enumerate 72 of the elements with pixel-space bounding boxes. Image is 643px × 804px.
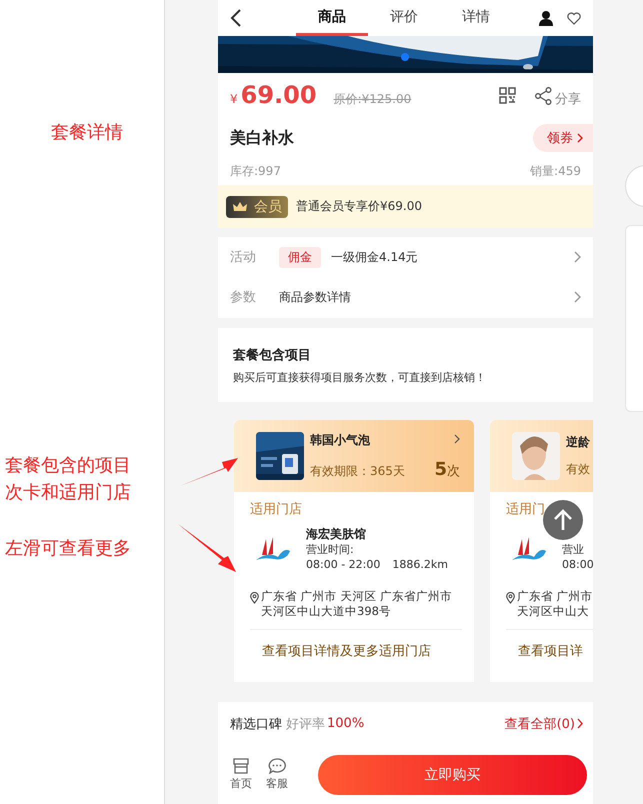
opening-hours: 08:00 - 22:00 <box>306 558 380 571</box>
store-name: 海宏美肤馆 <box>306 526 367 541</box>
annotation-text: 套餐包含的项目次卡和适用门店 <box>5 454 132 505</box>
coupon-label: 领券 <box>547 130 573 147</box>
attribute-value: 一级佣金4.14元 <box>331 248 419 266</box>
shop-icon <box>233 758 249 774</box>
annotation-text: 左滑可查看更多 <box>5 537 131 561</box>
rating-label: 好评率 <box>286 716 325 732</box>
section-title: 套餐包含项目 <box>233 347 312 364</box>
attribute-row[interactable]: 活动 佣金 一级佣金4.14元 <box>230 237 581 277</box>
project-name: 逆龄 <box>566 434 590 451</box>
stock-count: 库存:997 <box>230 163 281 180</box>
attribute-value: 商品参数详情 <box>279 288 352 306</box>
project-name: 韩国小气泡 <box>310 432 370 449</box>
product-name: 美白补水 <box>230 128 294 148</box>
session-count: 5 <box>434 459 447 480</box>
heart-icon[interactable] <box>567 12 581 24</box>
price: 69.00 <box>240 81 317 109</box>
buy-now-button[interactable]: 立即购买 <box>318 754 587 794</box>
view-all-link[interactable]: 查看全部(0) <box>504 714 575 732</box>
qr-code-icon[interactable] <box>499 87 516 104</box>
store-address-line: 天河区中山大 <box>517 604 590 619</box>
store-address-line: 广东省 广州市 天河区 广东省广州市 <box>261 589 452 604</box>
toolbar-item[interactable]: 首页 <box>230 758 252 791</box>
currency-symbol: ¥ <box>230 92 238 106</box>
share-link[interactable]: 分享 <box>555 90 581 108</box>
location-pin-icon <box>250 592 259 604</box>
member-price: 普通会员专享价¥69.00 <box>296 198 422 215</box>
validity-text: 有效 <box>566 461 590 478</box>
back-icon[interactable] <box>230 8 242 28</box>
project-details-link[interactable]: 查看项目详 <box>506 629 593 660</box>
project-details-link[interactable]: 查看项目详情及更多适用门店 <box>250 629 462 660</box>
stores-label: 适用门 <box>506 501 546 518</box>
validity-text: 有效期限：365天 <box>310 463 405 480</box>
sales-count: 销量:459 <box>530 163 581 180</box>
chevron-right-icon <box>454 434 460 444</box>
location-pin-icon <box>506 592 515 604</box>
original-price: 原价:¥125.00 <box>334 91 412 108</box>
project-card[interactable]: 逆龄 有效 适用门 营业 08:00 广东省 广州市 天河区中山大 查看项目详 <box>490 420 593 682</box>
toolbar-label: 客服 <box>266 776 288 791</box>
chevron-right-icon <box>577 133 583 143</box>
up-arrow-icon <box>553 509 573 531</box>
share-icon[interactable] <box>535 87 552 105</box>
toolbar-item[interactable]: 客服 <box>266 758 288 791</box>
annotation-text: 套餐详情 <box>51 121 123 145</box>
crown-icon <box>232 200 248 212</box>
tab[interactable]: 详情 <box>440 0 512 36</box>
chevron-right-icon <box>577 718 583 729</box>
project-card[interactable]: 韩国小气泡 有效期限：365天 5次 适用门店 海宏美肤馆 营业时间: 08:00 - 22:00 1886.2km 广东省 广州市 天河区 广东省广州市 天河区中山大道中398号 查看项目详情及更多适用门店 <box>234 420 474 682</box>
user-icon[interactable] <box>539 10 553 26</box>
rating-value: 100% <box>327 716 364 731</box>
attribute-label: 参数 <box>230 289 257 306</box>
attribute-label: 活动 <box>230 249 257 266</box>
chevron-right-icon <box>574 251 581 263</box>
chevron-right-icon <box>574 291 581 303</box>
tab[interactable]: 评价 <box>368 0 440 36</box>
commission-tag: 佣金 <box>279 246 321 268</box>
store-address-line: 天河区中山大道中398号 <box>261 604 392 619</box>
stores-label: 适用门店 <box>250 501 303 518</box>
distance: 1886.2km <box>392 558 448 571</box>
hours-label: 营业 <box>562 542 585 557</box>
attribute-row[interactable]: 参数 商品参数详情 <box>230 277 581 317</box>
hours-label: 营业时间: <box>306 542 355 557</box>
toolbar-label: 首页 <box>230 776 252 791</box>
opening-hours: 08:00 <box>562 558 593 571</box>
badge-label: 会员 <box>254 198 282 216</box>
reviews-title: 精选口碑 <box>230 716 282 732</box>
coupon-button[interactable]: 领券 <box>533 124 593 152</box>
store-address-line: 广东省 广州市 <box>517 589 593 604</box>
chat-icon <box>268 758 286 774</box>
section-description: 购买后可直接获得项目服务次数，可直接到店核销！ <box>233 370 487 385</box>
session-unit: 次 <box>447 464 460 479</box>
